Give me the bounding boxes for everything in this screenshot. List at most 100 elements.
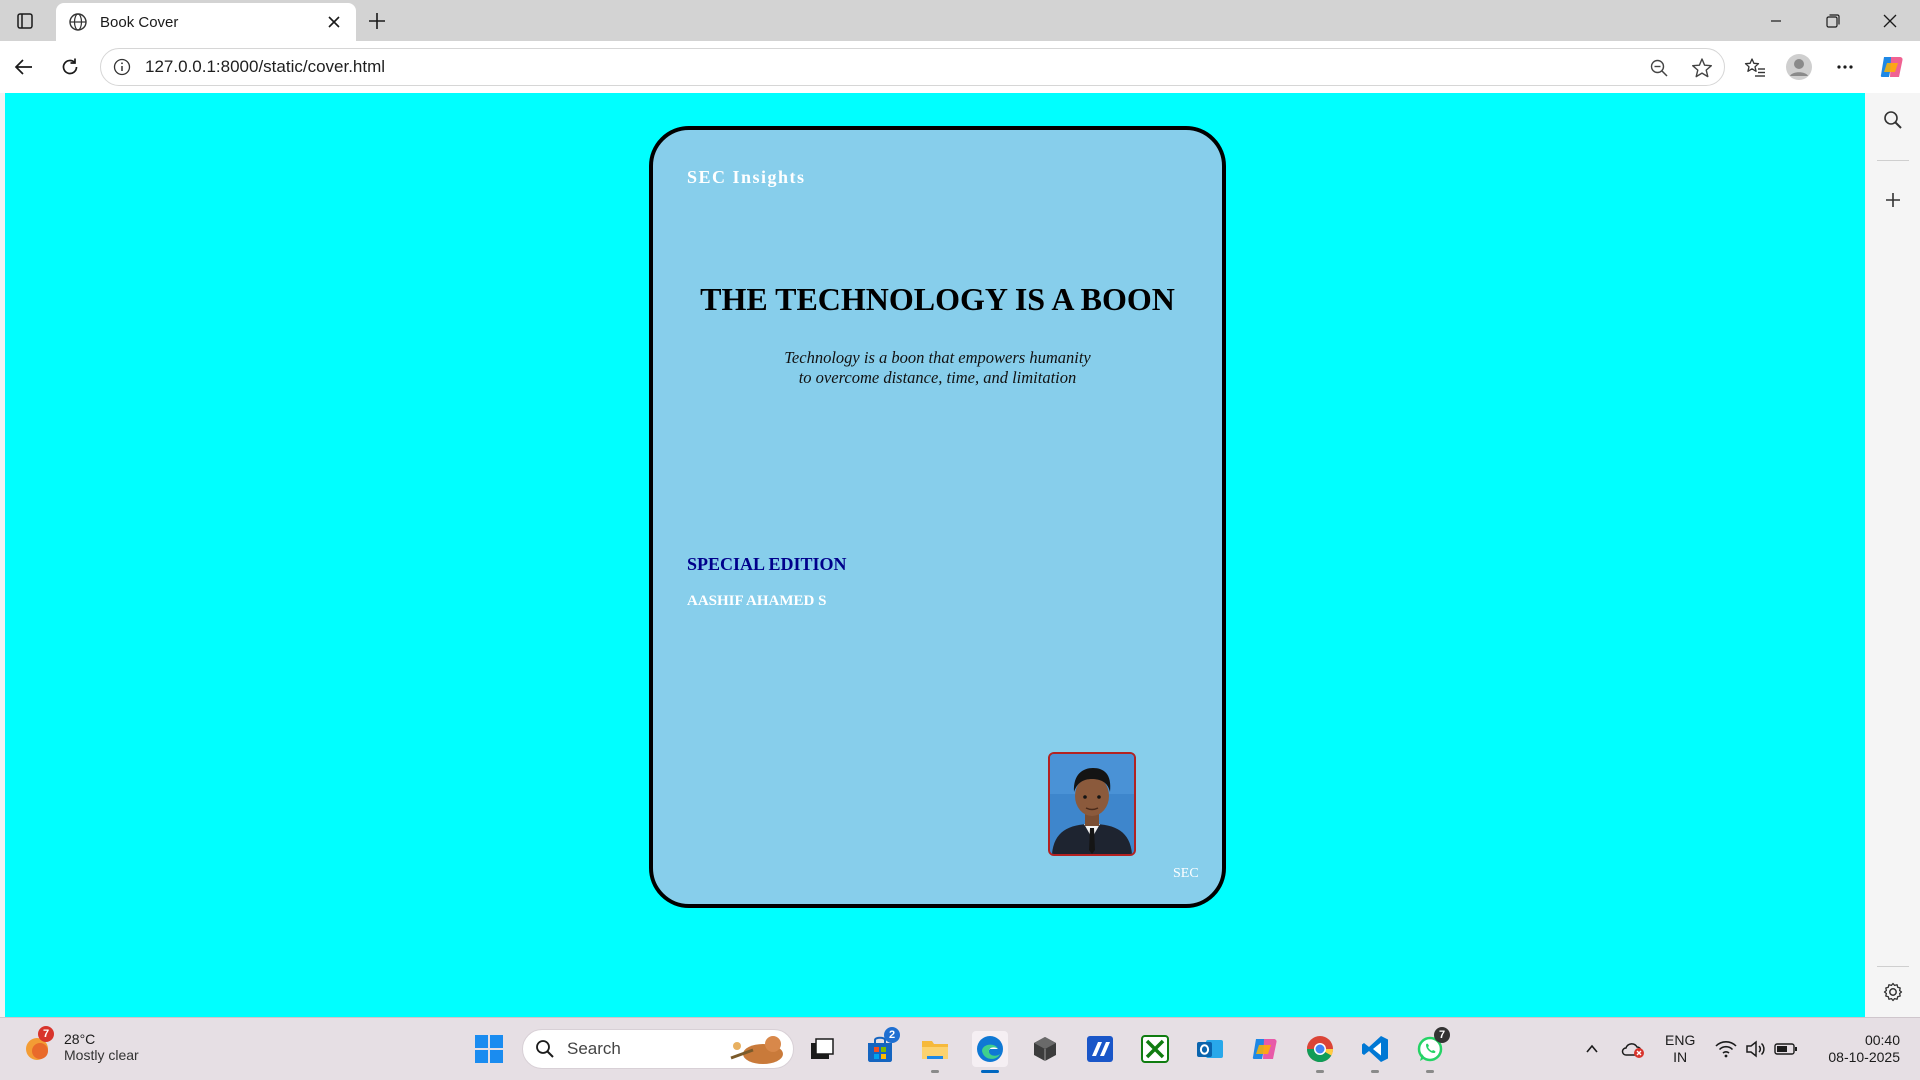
weather-temperature: 28°C (64, 1031, 96, 1047)
xbox-app[interactable] (1137, 1031, 1173, 1067)
more-dots-icon (1837, 65, 1853, 69)
active-tab[interactable]: Book Cover (56, 3, 356, 41)
search-icon[interactable] (1879, 106, 1907, 134)
close-icon (1883, 14, 1897, 27)
edge-sidebar (1865, 93, 1920, 1017)
cloud-error-icon (1621, 1043, 1644, 1058)
vscode-icon (1362, 1036, 1388, 1062)
sidebar-divider (1877, 160, 1909, 161)
edge-icon (977, 1036, 1003, 1062)
language-indicator[interactable]: ENG IN (1665, 1032, 1695, 1066)
tab-close-button[interactable] (324, 12, 344, 32)
author-name: AASHIF AHAMED S (687, 593, 827, 609)
close-window-button[interactable] (1862, 0, 1918, 41)
task-view-button[interactable] (804, 1031, 840, 1067)
back-button[interactable] (8, 51, 40, 83)
show-hidden-icons-button[interactable] (1578, 1018, 1606, 1080)
publisher-brand: SEC Insights (687, 167, 806, 187)
cover-footer-mark: SEC (1173, 866, 1199, 881)
wifi-status[interactable] (1713, 1018, 1739, 1080)
start-button[interactable] (471, 1031, 507, 1067)
clock-date: 08-10-2025 (1828, 1049, 1900, 1065)
outlook-icon (1197, 1040, 1223, 1058)
tab-actions-button[interactable] (10, 8, 40, 34)
chevron-up-icon (1586, 1044, 1598, 1053)
system-clock[interactable]: 00:40 08-10-2025 (1810, 1032, 1900, 1066)
onedrive-status[interactable] (1618, 1018, 1648, 1080)
windows-taskbar: 7 28°C Mostly clear Search 2 7 ENG IN 00… (0, 1017, 1920, 1080)
unity-hub-app[interactable] (1027, 1031, 1063, 1067)
web-page-viewport: SEC Insights THE TECHNOLOGY IS A BOON Te… (5, 93, 1865, 1017)
region-code: IN (1673, 1049, 1688, 1065)
clock-time: 00:40 (1864, 1032, 1900, 1048)
more-options-button[interactable] (1829, 51, 1861, 83)
restore-button[interactable] (1805, 0, 1861, 41)
task-view-icon (811, 1038, 834, 1059)
back-arrow-icon (14, 59, 32, 75)
weather-alert-badge: 7 (38, 1026, 54, 1042)
copilot-icon (1252, 1039, 1277, 1059)
mathpix-app[interactable] (1082, 1031, 1118, 1067)
weather-widget[interactable]: 7 28°C Mostly clear (22, 1026, 139, 1064)
file-explorer-app[interactable] (917, 1031, 953, 1073)
copilot-app[interactable] (1247, 1031, 1283, 1067)
book-subtitle: Technology is a boon that empowers human… (653, 348, 1222, 388)
zoom-out-icon[interactable] (1648, 57, 1670, 79)
weather-description: Mostly clear (64, 1047, 139, 1063)
microsoft-store-app[interactable]: 2 (862, 1027, 900, 1067)
info-icon[interactable] (113, 58, 131, 76)
address-bar[interactable]: 127.0.0.1:8000/static/cover.html (100, 48, 1725, 86)
edition-label: SPECIAL EDITION (687, 554, 847, 574)
folder-icon (922, 1041, 948, 1059)
book-cover: SEC Insights THE TECHNOLOGY IS A BOON Te… (649, 126, 1226, 908)
taskbar-search[interactable]: Search (522, 1029, 794, 1069)
search-icon (536, 1040, 554, 1058)
outlook-app[interactable] (1192, 1031, 1228, 1067)
chrome-app[interactable] (1302, 1031, 1338, 1073)
favorite-star-icon[interactable] (1691, 57, 1713, 79)
active-indicator (981, 1070, 999, 1073)
cube-icon (1034, 1037, 1056, 1061)
xbox-icon (1141, 1035, 1169, 1063)
minimize-icon (1771, 19, 1781, 22)
book-title: THE TECHNOLOGY IS A BOON (700, 281, 1175, 317)
profile-button[interactable] (1783, 51, 1815, 83)
wifi-icon (1715, 1041, 1737, 1058)
running-indicator (1316, 1070, 1324, 1073)
store-badge: 2 (884, 1027, 900, 1043)
chrome-icon (1306, 1036, 1334, 1063)
favorites-list-icon (1744, 58, 1765, 77)
copilot-button[interactable] (1876, 51, 1908, 83)
edge-browser-app[interactable] (972, 1031, 1008, 1073)
close-icon (328, 16, 340, 28)
plus-icon (369, 13, 385, 29)
restore-icon (1826, 13, 1840, 28)
whatsapp-badge: 7 (1434, 1027, 1450, 1043)
weather-sun-icon: 7 (22, 1026, 56, 1064)
subtitle-line-1: Technology is a boon that empowers human… (784, 348, 1091, 367)
search-label: Search (567, 1039, 621, 1058)
battery-icon (1774, 1043, 1797, 1055)
browser-title-bar: Book Cover (0, 0, 1920, 41)
math-app-icon (1087, 1036, 1113, 1062)
refresh-icon (62, 58, 78, 75)
minimize-button[interactable] (1748, 0, 1804, 41)
windows-logo-icon (475, 1035, 503, 1063)
vscode-app[interactable] (1357, 1031, 1393, 1073)
refresh-button[interactable] (54, 51, 86, 83)
add-icon[interactable] (1879, 186, 1907, 214)
browser-toolbar: 127.0.0.1:8000/static/cover.html (0, 41, 1920, 93)
favorites-button[interactable] (1739, 51, 1771, 83)
profile-avatar-icon (1786, 54, 1812, 80)
whatsapp-app[interactable]: 7 (1412, 1027, 1450, 1073)
search-highlight-icon (730, 1036, 783, 1064)
sidebar-divider (1877, 966, 1909, 967)
volume-status[interactable] (1743, 1018, 1769, 1080)
battery-status[interactable] (1772, 1018, 1800, 1080)
speaker-icon (1746, 1040, 1765, 1058)
running-indicator (931, 1070, 939, 1073)
settings-icon[interactable] (1879, 978, 1907, 1006)
subtitle-line-2: to overcome distance, time, and limitati… (798, 368, 1077, 387)
running-indicator (1371, 1070, 1379, 1073)
new-tab-button[interactable] (363, 7, 391, 35)
